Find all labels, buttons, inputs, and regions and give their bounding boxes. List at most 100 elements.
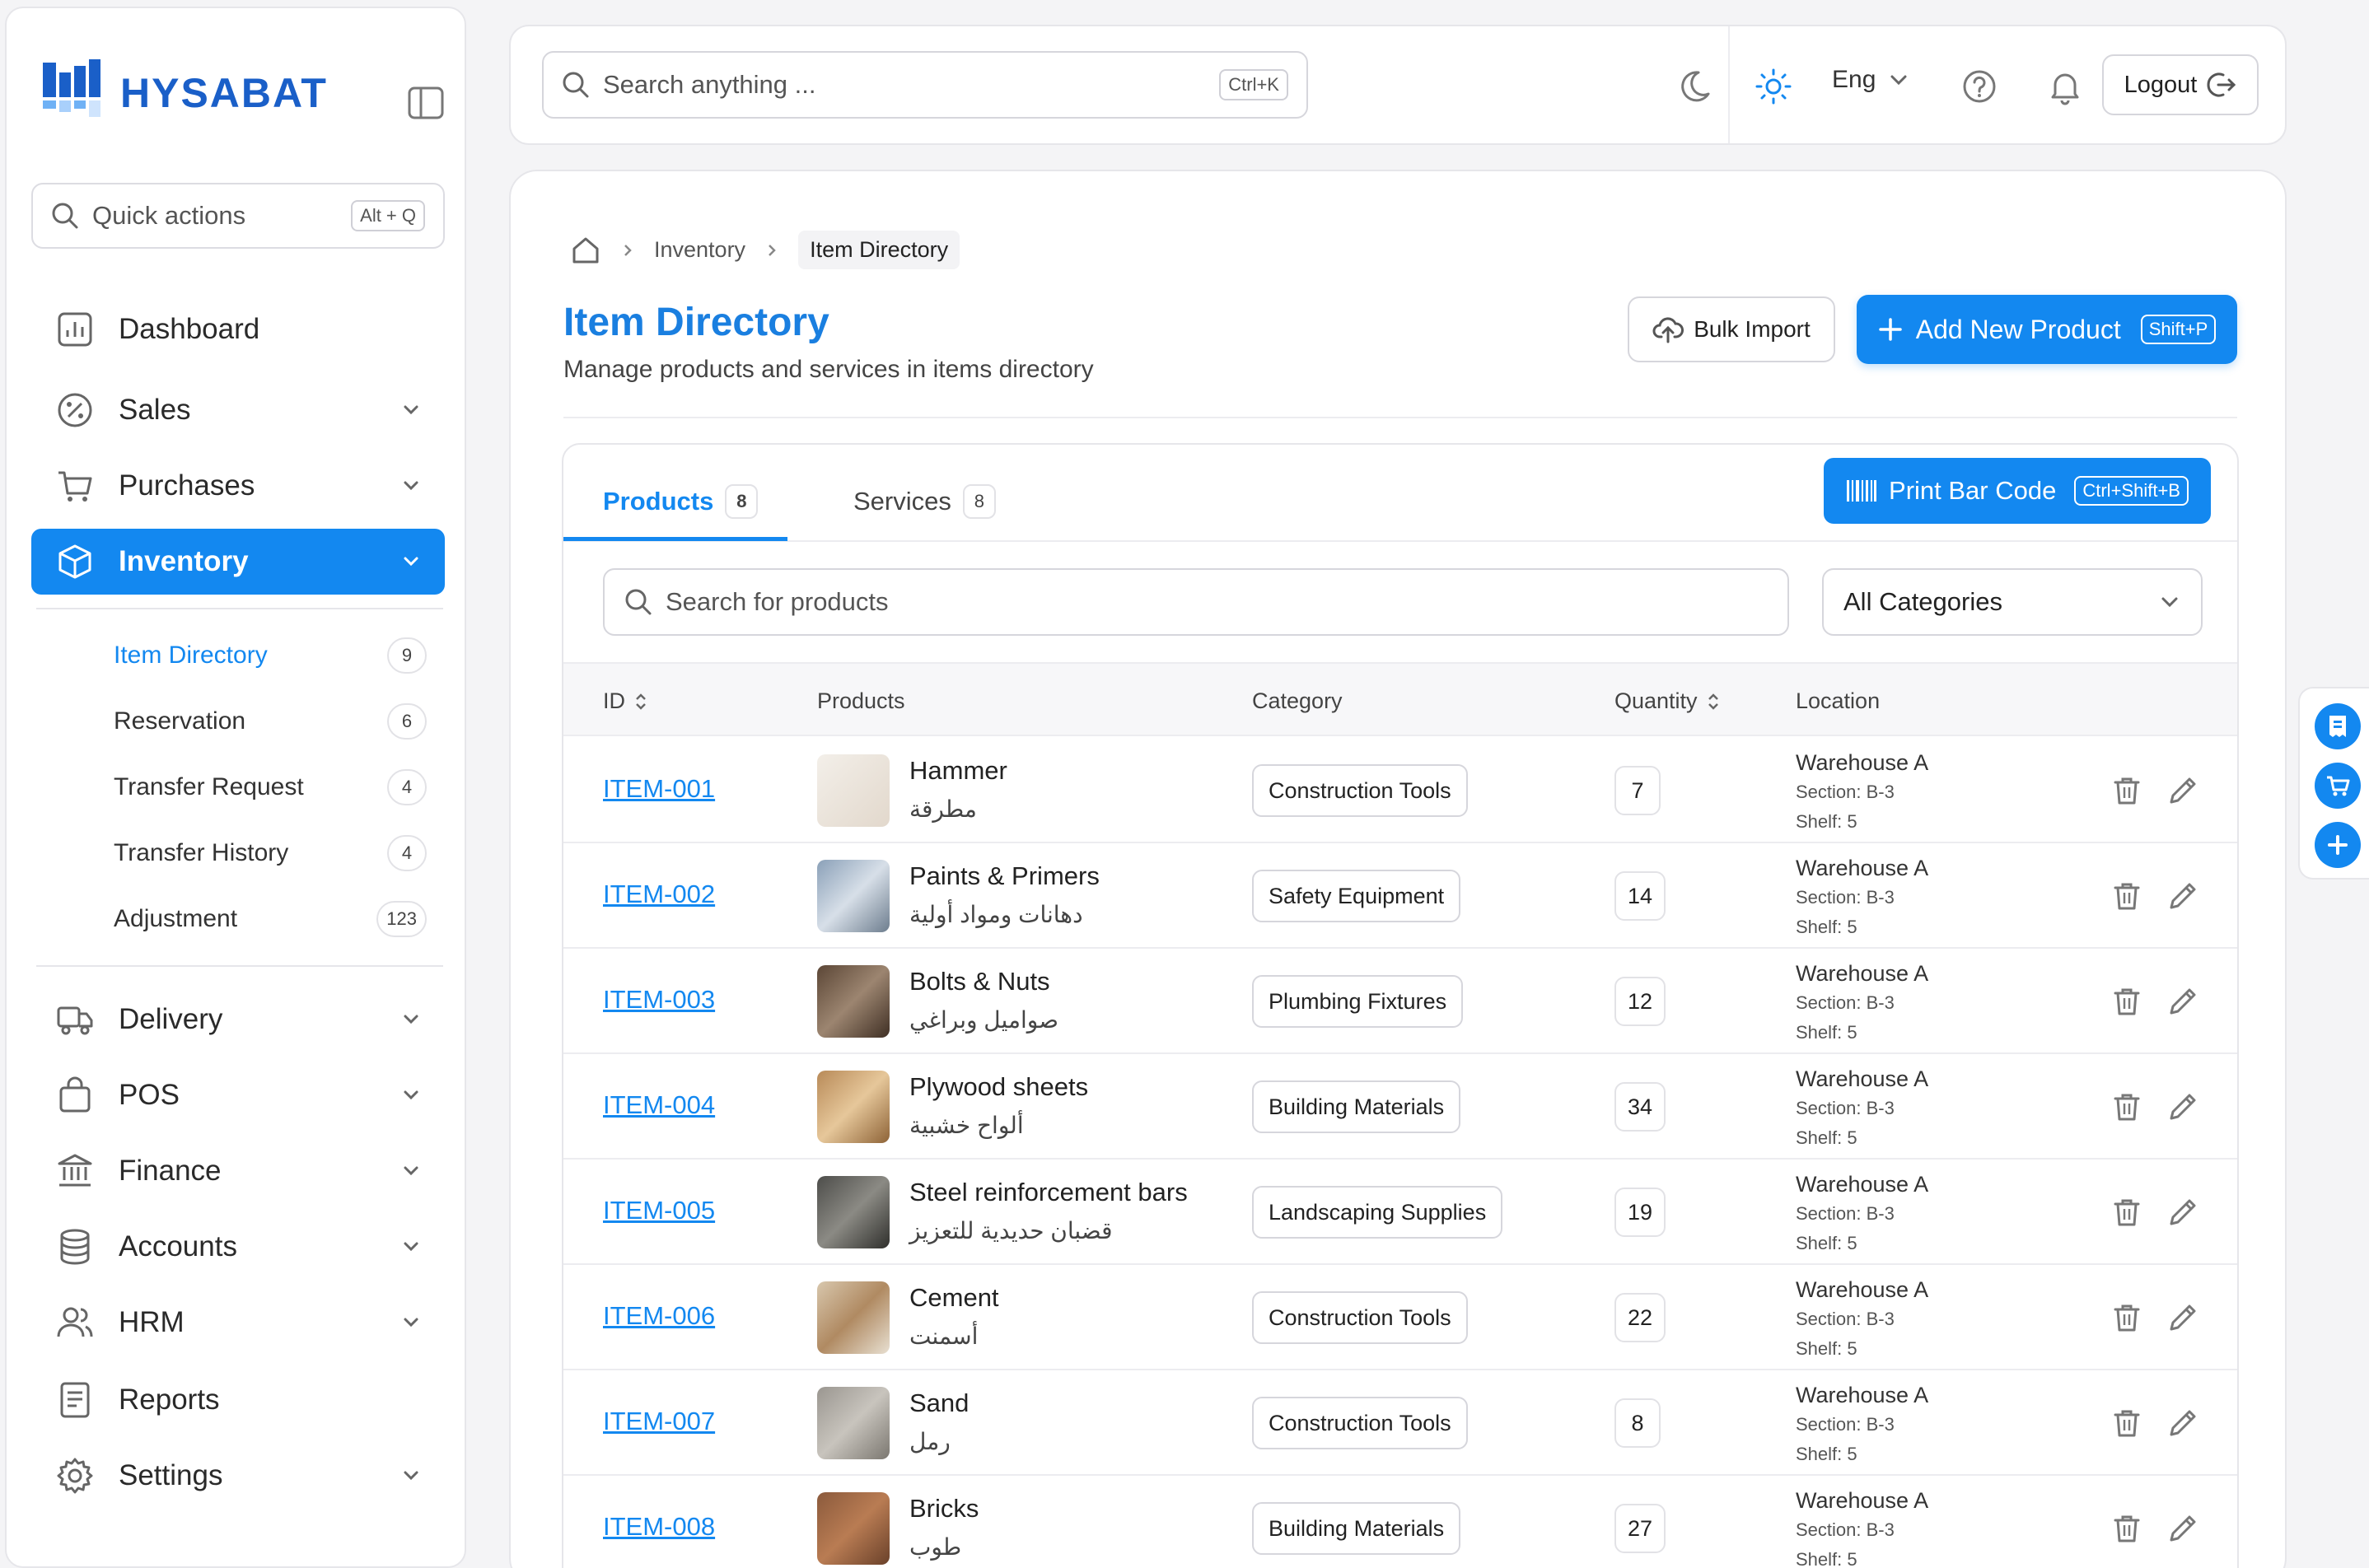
sidebar-item-pos[interactable]: POS: [31, 1062, 445, 1128]
table-row: ITEM-007 Sand رمل Construction Tools 8 W…: [563, 1370, 2237, 1476]
product-name: Plywood sheets: [909, 1072, 1089, 1101]
table-row: ITEM-001 Hammer مطرقة Construction Tools…: [563, 738, 2237, 843]
edit-pencil-icon[interactable]: [2166, 1407, 2199, 1440]
item-id-link[interactable]: ITEM-008: [603, 1512, 715, 1542]
header-location: Location: [1796, 688, 1880, 714]
item-id-link[interactable]: ITEM-005: [603, 1196, 715, 1225]
tabs: Products 8 Services 8 Print Bar Code Ctr…: [563, 445, 2237, 542]
logout-button[interactable]: Logout: [2102, 54, 2259, 115]
plus-icon[interactable]: [2315, 822, 2361, 868]
sidebar-item-reports[interactable]: Reports: [31, 1367, 445, 1433]
sidebar-subitem-reservation[interactable]: Reservation 6: [114, 697, 427, 746]
category-chip: Safety Equipment: [1252, 870, 1461, 922]
location-cell: Warehouse A Section: B-3 Shelf: 5: [1796, 1380, 1928, 1469]
main-content: Inventory Item Directory Item Directory …: [509, 170, 2287, 1568]
add-new-product-button[interactable]: Add New Product Shift+P: [1857, 295, 2237, 364]
edit-pencil-icon[interactable]: [2166, 1301, 2199, 1334]
sidebar-item-finance[interactable]: Finance: [31, 1138, 445, 1204]
sidebar-item-label: Reports: [119, 1384, 220, 1416]
cart-icon[interactable]: [2315, 763, 2361, 809]
sidebar-item-purchases[interactable]: Purchases: [31, 453, 445, 519]
sidebar-subitem-transfer-history[interactable]: Transfer History 4: [114, 828, 427, 878]
header-id[interactable]: ID: [603, 688, 648, 714]
trash-icon[interactable]: [2110, 1512, 2143, 1545]
product-search-placeholder: Search for products: [666, 587, 889, 616]
product-search-input[interactable]: Search for products: [603, 568, 1789, 636]
count-badge: 6: [387, 703, 427, 740]
trash-icon[interactable]: [2110, 1196, 2143, 1229]
product-name: Bricks: [909, 1494, 979, 1523]
location-shelf: Shelf: 5: [1796, 1233, 1857, 1253]
report-icon: [56, 1381, 94, 1419]
database-icon: [56, 1228, 94, 1266]
brand-logo[interactable]: HYSABAT: [38, 58, 328, 128]
sidebar-subitem-transfer-request[interactable]: Transfer Request 4: [114, 763, 427, 812]
print-bar-code-shortcut: Ctrl+Shift+B: [2074, 476, 2189, 506]
header-quantity[interactable]: Quantity: [1614, 688, 1721, 714]
print-bar-code-button[interactable]: Print Bar Code Ctrl+Shift+B: [1824, 458, 2211, 524]
bulk-import-button[interactable]: Bulk Import: [1628, 296, 1835, 362]
trash-icon[interactable]: [2110, 1090, 2143, 1123]
item-id-link[interactable]: ITEM-006: [603, 1301, 715, 1331]
product-name-arabic: طوب: [909, 1534, 962, 1560]
sidebar-item-label: Settings: [119, 1459, 223, 1491]
trash-icon[interactable]: [2110, 1407, 2143, 1440]
quantity-badge: 19: [1614, 1188, 1666, 1237]
edit-pencil-icon[interactable]: [2166, 774, 2199, 807]
product-thumbnail: [817, 965, 890, 1038]
sidebar-item-dashboard[interactable]: Dashboard: [31, 296, 445, 362]
trash-icon[interactable]: [2110, 880, 2143, 912]
tab-products[interactable]: Products 8: [603, 484, 759, 519]
trash-icon[interactable]: [2110, 1301, 2143, 1334]
header-location-label: Location: [1796, 688, 1881, 713]
category-select[interactable]: All Categories: [1822, 568, 2203, 636]
language-select[interactable]: Eng: [1832, 66, 1910, 94]
quick-actions-input[interactable]: Quick actions Alt + Q: [31, 183, 445, 249]
location-warehouse: Warehouse A: [1796, 856, 1929, 880]
location-section: Section: B-3: [1796, 1519, 1895, 1540]
home-icon[interactable]: [570, 235, 601, 266]
moon-icon[interactable]: [1674, 68, 1712, 105]
sidebar-item-accounts[interactable]: Accounts: [31, 1214, 445, 1280]
edit-pencil-icon[interactable]: [2166, 880, 2199, 912]
edit-pencil-icon[interactable]: [2166, 985, 2199, 1018]
item-id-link[interactable]: ITEM-001: [603, 774, 715, 804]
sidebar-subitem-item-directory[interactable]: Item Directory 9: [114, 631, 427, 680]
product-thumbnail: [817, 1176, 890, 1248]
plus-icon: [1878, 317, 1916, 342]
sidebar-item-settings[interactable]: Settings: [31, 1443, 445, 1509]
item-id-link[interactable]: ITEM-007: [603, 1407, 715, 1436]
page-subtitle: Manage products and services in items di…: [563, 356, 1094, 383]
sidebar-subitem-adjustment[interactable]: Adjustment 123: [114, 894, 427, 944]
sun-icon[interactable]: [1755, 68, 1792, 105]
edit-pencil-icon[interactable]: [2166, 1090, 2199, 1123]
sidebar-item-inventory[interactable]: Inventory: [31, 529, 445, 595]
chevron-down-icon: [399, 398, 423, 422]
item-id-link[interactable]: ITEM-004: [603, 1090, 715, 1120]
items-table-card: Products 8 Services 8 Print Bar Code Ctr…: [562, 443, 2239, 1568]
global-search-input[interactable]: Search anything ... Ctrl+K: [542, 51, 1308, 119]
quantity-badge: 12: [1614, 977, 1666, 1026]
trash-icon[interactable]: [2110, 985, 2143, 1018]
item-id-link[interactable]: ITEM-002: [603, 880, 715, 909]
help-icon[interactable]: [1960, 68, 1998, 105]
receipt-icon[interactable]: [2315, 703, 2361, 749]
edit-pencil-icon[interactable]: [2166, 1512, 2199, 1545]
breadcrumb-inventory[interactable]: Inventory: [654, 237, 745, 263]
sidebar-item-delivery[interactable]: Delivery: [31, 987, 445, 1052]
bell-icon[interactable]: [2046, 68, 2084, 105]
location-section: Section: B-3: [1796, 782, 1895, 802]
subitem-label: Item Directory: [114, 642, 268, 669]
chevron-down-icon: [1876, 68, 1910, 91]
sidebar-item-sales[interactable]: Sales: [31, 377, 445, 443]
location-section: Section: B-3: [1796, 1309, 1895, 1329]
sidebar-item-hrm[interactable]: HRM: [31, 1290, 445, 1356]
tab-services[interactable]: Services 8: [853, 484, 996, 519]
quick-actions-shortcut: Alt + Q: [351, 200, 425, 231]
edit-pencil-icon[interactable]: [2166, 1196, 2199, 1229]
chevron-down-icon: [399, 1310, 423, 1335]
sidebar-item-label: HRM: [119, 1306, 185, 1338]
sidebar-collapse-icon[interactable]: [407, 86, 445, 120]
item-id-link[interactable]: ITEM-003: [603, 985, 715, 1015]
trash-icon[interactable]: [2110, 774, 2143, 807]
